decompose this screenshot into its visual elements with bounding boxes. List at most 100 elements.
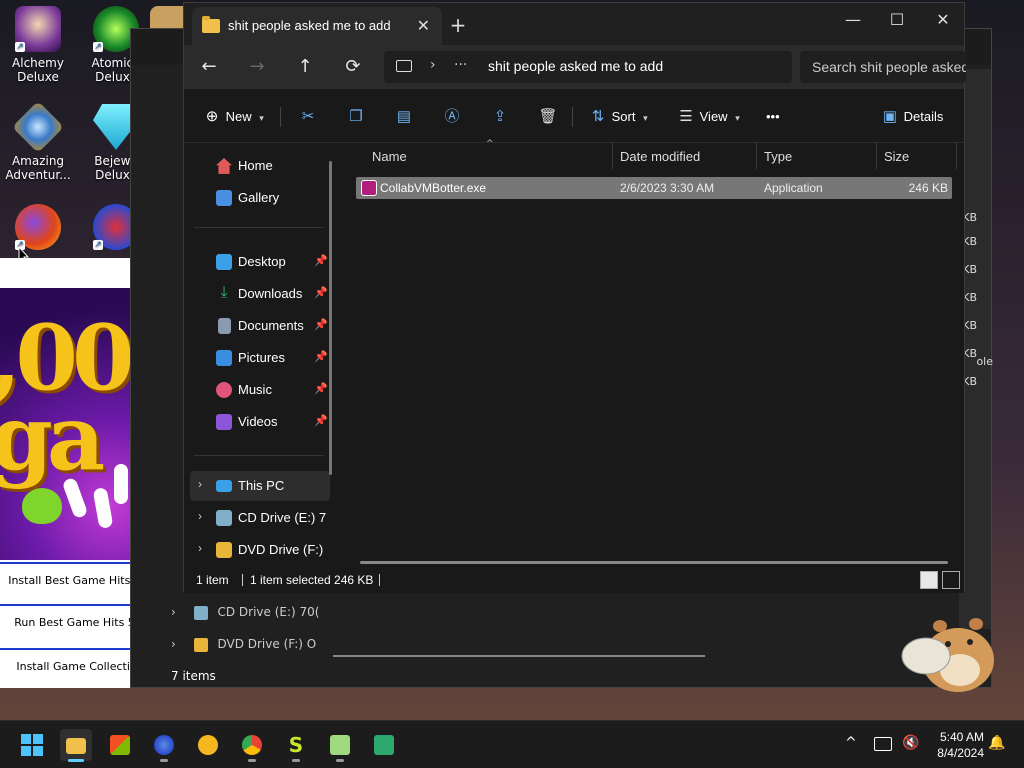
taskbar-app-yellow[interactable] [192,729,224,761]
sidebar-item-label: Desktop [238,254,286,269]
close-button[interactable]: ✕ [920,7,966,37]
background-nav-label: DVD Drive (F:) O [217,637,317,651]
sidebar-item-cd-drive[interactable]: › CD Drive (E:) 70( [190,503,330,533]
sort-icon: ⇅ [591,108,605,125]
horizontal-scrollbar[interactable] [360,561,948,564]
taskbar-microsoft-store[interactable] [104,729,136,761]
breadcrumb[interactable]: shit people asked me to add [488,58,663,74]
search-input[interactable]: Search shit people asked [800,51,966,83]
file-size: 246 KB [908,181,948,195]
minimize-button[interactable]: — [830,7,876,37]
chevron-right-icon: › [171,605,176,619]
sidebar-item-music[interactable]: Music 📌 [190,375,330,405]
taskbar-file-explorer[interactable] [60,729,92,762]
forward-button[interactable]: → [243,53,271,81]
clock[interactable]: 5:40 AM 8/4/2024 [937,729,984,761]
pin-icon: 📌 [314,351,328,363]
column-header-name[interactable]: Name [372,149,407,164]
pictures-icon [216,350,232,366]
application-icon [361,180,377,196]
new-tab-button[interactable]: + [446,13,470,37]
background-hscrollbar[interactable] [333,655,705,657]
taskbar-chrome[interactable] [236,729,268,762]
copy-button[interactable]: ❐ [346,104,366,130]
desktop-icon [216,254,232,270]
tab-close-button[interactable]: ✕ [417,16,430,35]
taskbar-app-s[interactable]: S [280,729,312,762]
sidebar-item-dvd-drive[interactable]: › DVD Drive (F:) O [190,535,330,565]
sort-button-label: Sort [611,109,636,124]
tray-overflow-button[interactable]: ^ [845,735,857,751]
taskbar-app-green[interactable] [368,729,400,761]
chrome-icon [242,735,262,755]
file-row[interactable]: CollabVMBotter.exe 2/6/2023 3:30 AM Appl… [356,177,952,199]
address-row: ← → ↑ ⟳ › ··· shit people asked me to ad… [184,45,966,89]
chevron-right-icon[interactable]: › [198,509,202,523]
sidebar-item-videos[interactable]: Videos 📌 [190,407,330,437]
details-button[interactable]: ▣ Details [880,104,943,130]
more-options-button[interactable]: ••• [766,104,780,130]
column-header-type[interactable]: Type [764,149,792,164]
network-icon[interactable] [874,737,892,751]
sidebar-item-gallery[interactable]: Gallery [190,183,330,213]
cut-button[interactable]: ✂ [298,104,318,130]
pin-icon: 📌 [314,383,328,395]
gallery-icon [216,190,232,206]
share-button[interactable]: ⇪ [490,104,510,130]
chevron-right-icon[interactable]: › [198,477,202,491]
chevron-right-icon: › [171,637,176,651]
details-view-toggle[interactable] [920,571,938,589]
paste-button[interactable]: ▤ [394,104,414,130]
downloads-icon: ⤓ [220,284,228,301]
start-button[interactable] [16,729,48,761]
new-button[interactable]: ⊕ New ▾ [202,104,264,130]
sidebar-item-downloads[interactable]: ⤓ Downloads 📌 [190,279,330,309]
file-type: Application [764,181,823,195]
up-button[interactable]: ↑ [291,53,319,81]
rename-icon: Ⓐ [444,108,460,125]
firefox-icon: ↗ [15,204,61,250]
delete-button[interactable]: 🗑 [538,104,558,130]
view-button-label: View [699,109,728,124]
desktop-icon-firefox[interactable]: ↗ [0,204,76,254]
dvd-drive-icon [193,637,208,652]
new-button-label: New [225,109,252,124]
background-nav-cd-drive[interactable]: › CD Drive (E:) 70( [171,605,319,620]
column-header-date-modified[interactable]: Date modified [620,149,700,164]
title-bar[interactable]: shit people asked me to add ✕ + — ☐ ✕ [184,3,964,45]
potion-icon [22,488,62,524]
maximize-button[interactable]: ☐ [874,7,920,37]
chevron-down-icon: ▾ [735,113,740,123]
sidebar-item-this-pc[interactable]: › This PC [190,471,330,501]
tiles-view-toggle[interactable] [942,571,960,589]
sidebar-item-desktop[interactable]: Desktop 📌 [190,247,330,277]
taskbar-firefox[interactable] [148,729,180,762]
chevron-right-icon[interactable]: › [198,541,202,555]
sidebar-item-documents[interactable]: Documents 📌 [190,311,330,341]
desktop-icon-alchemy[interactable]: ↗ Alchemy Deluxe [0,6,76,84]
desktop-icon-amazing-adventures[interactable]: Amazing Adventur... [0,100,76,182]
background-nav-label: CD Drive (E:) 70( [217,605,320,619]
tab-current-folder[interactable]: shit people asked me to add ✕ [192,7,442,45]
refresh-button[interactable]: ⟳ [339,53,367,81]
sort-button[interactable]: ⇅ Sort ▾ [588,104,648,130]
sidebar-item-pictures[interactable]: Pictures 📌 [190,343,330,373]
desktop-icon-label: Amazing Adventur... [5,154,71,182]
view-button[interactable]: ☰ View ▾ [676,104,740,130]
windows-logo-icon [21,734,43,756]
back-button[interactable]: ← [195,53,223,81]
sidebar-item-label: Documents [238,318,304,333]
column-header-size[interactable]: Size [884,149,909,164]
navigation-scrollbar[interactable] [329,161,332,475]
taskbar-notepad[interactable] [324,729,356,762]
address-bar[interactable]: › ··· shit people asked me to add [384,51,792,83]
address-overflow-button[interactable]: ··· [454,57,467,73]
sidebar-item-home[interactable]: Home [190,151,330,181]
folder-icon [202,16,220,33]
rename-button[interactable]: Ⓐ [442,104,462,130]
monitor-icon [396,60,412,72]
clock-date: 8/4/2024 [937,746,984,760]
volume-muted-icon[interactable]: 🔇 [902,735,919,751]
notifications-bell-icon[interactable]: 🔔 [988,735,1005,751]
background-nav-dvd-drive[interactable]: › DVD Drive (F:) O [171,637,316,652]
